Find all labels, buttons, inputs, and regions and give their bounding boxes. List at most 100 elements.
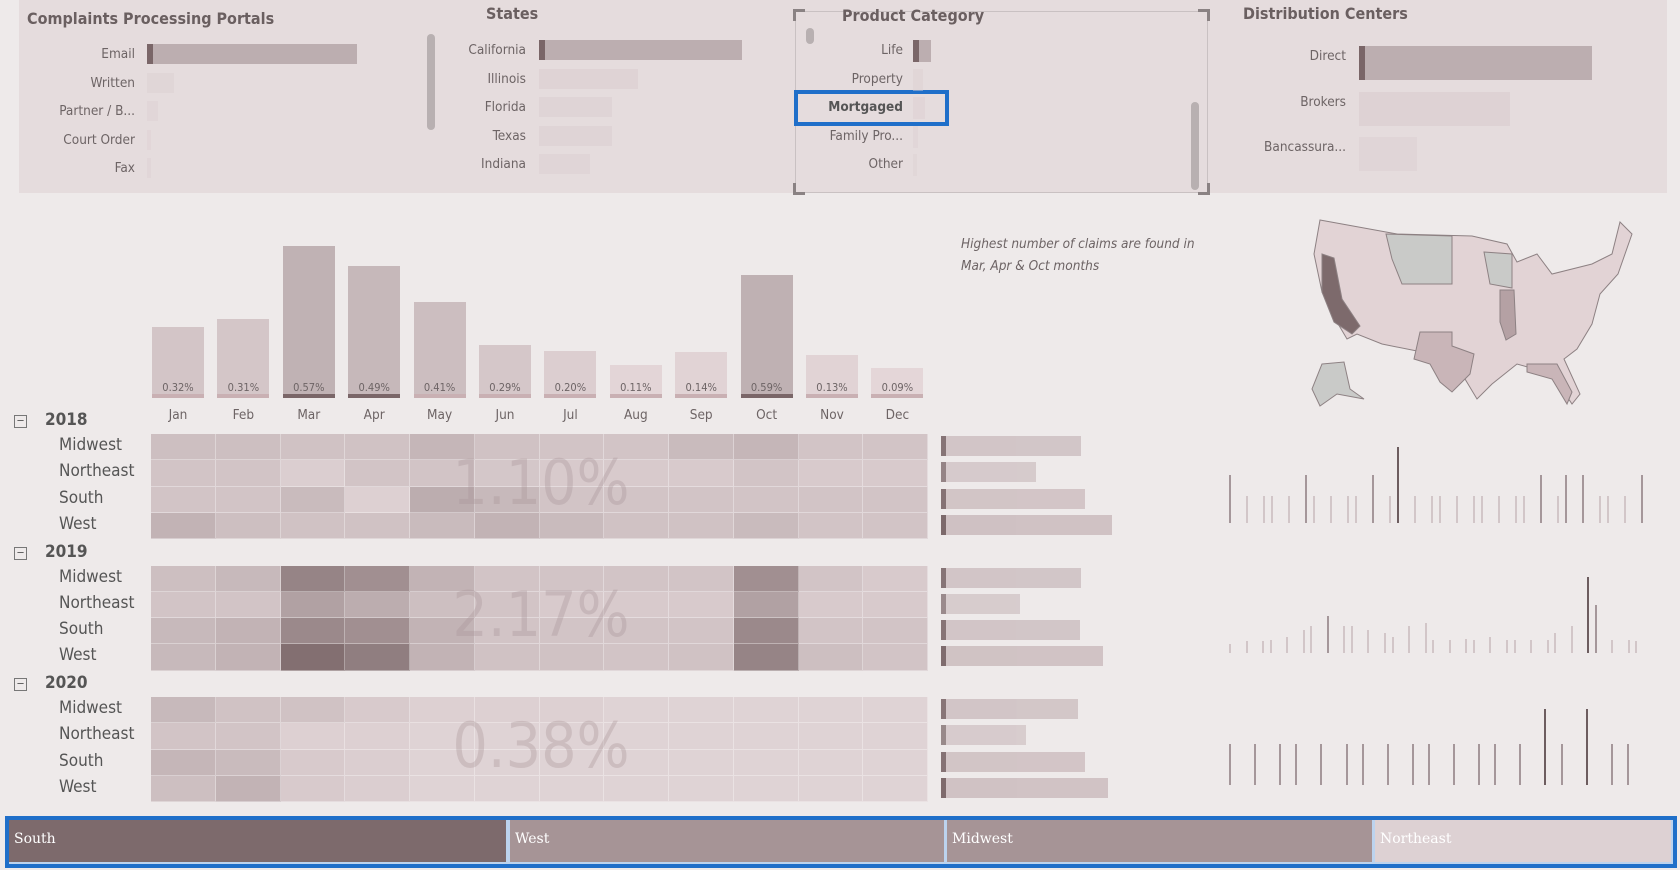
heatmap-cell[interactable]	[733, 460, 799, 487]
bar-mortgaged[interactable]	[913, 97, 925, 119]
region-label[interactable]: Northeast	[59, 593, 135, 613]
spike-bar[interactable]	[1554, 633, 1557, 653]
heatmap-cell[interactable]	[151, 618, 216, 645]
heatmap-cell[interactable]	[215, 775, 281, 803]
heatmap-cell[interactable]	[215, 460, 281, 487]
spike-bar[interactable]	[1641, 475, 1643, 523]
heatmap-cell[interactable]	[798, 749, 864, 776]
resize-handle[interactable]	[1198, 9, 1210, 21]
heatmap-cell[interactable]	[151, 512, 216, 540]
heatmap-cell[interactable]	[280, 749, 346, 776]
spike-bar[interactable]	[1350, 626, 1353, 653]
bar-partner-b-[interactable]	[147, 101, 158, 121]
heatmap-cell[interactable]	[215, 723, 281, 750]
bar-label[interactable]: Other	[783, 156, 903, 172]
spike-bar[interactable]	[1229, 643, 1231, 653]
heatmap-cell[interactable]	[215, 434, 281, 461]
heatmap-cell[interactable]	[863, 618, 928, 645]
column-feb[interactable]: 0.31%	[217, 318, 270, 398]
region-total-bar[interactable]	[941, 462, 1037, 483]
spike-bar[interactable]	[1389, 496, 1391, 523]
year-label[interactable]: 2020	[45, 673, 88, 693]
heatmap-cell[interactable]	[151, 749, 216, 776]
heatmap-cell[interactable]	[215, 486, 281, 513]
bar-label[interactable]: Brokers	[1226, 94, 1346, 110]
spike-bar[interactable]	[1478, 744, 1481, 785]
heatmap-cell[interactable]	[733, 749, 799, 776]
bar-label[interactable]: Florida	[406, 99, 526, 115]
region-total-bar[interactable]	[941, 593, 1021, 614]
region-label[interactable]: Midwest	[59, 698, 122, 718]
spike-bar[interactable]	[1513, 640, 1516, 653]
heatmap-cell[interactable]	[280, 644, 346, 671]
spike-bar[interactable]	[1635, 641, 1638, 653]
heatmap-cell[interactable]	[215, 591, 281, 619]
region-total-bar[interactable]	[941, 436, 1082, 456]
spike-bar[interactable]	[1286, 636, 1289, 653]
heatmap-cell[interactable]	[151, 697, 216, 724]
heatmap-cell[interactable]	[151, 486, 216, 513]
spike-bar[interactable]	[1310, 626, 1313, 653]
region-total-bar[interactable]	[941, 646, 1103, 667]
heatmap-cell[interactable]	[151, 644, 216, 671]
spike-bar[interactable]	[1587, 577, 1590, 653]
spike-bar[interactable]	[1254, 744, 1257, 785]
heatmap-cell[interactable]	[280, 697, 346, 724]
spike-bar[interactable]	[1523, 496, 1525, 523]
spike-bar[interactable]	[1431, 496, 1433, 523]
spike-bar[interactable]	[1263, 496, 1265, 523]
region-segment-northeast[interactable]: Northeast	[1375, 820, 1671, 862]
heatmap-cell[interactable]	[798, 460, 864, 487]
region-total-bar[interactable]	[941, 777, 1109, 798]
spike-bar[interactable]	[1345, 744, 1348, 785]
spike-bar[interactable]	[1565, 475, 1567, 523]
heatmap-cell[interactable]	[863, 565, 928, 592]
bar-label[interactable]: Indiana	[406, 156, 526, 172]
bar-email[interactable]	[147, 44, 357, 64]
heatmap-cell[interactable]	[280, 775, 346, 803]
heatmap-cell[interactable]	[280, 591, 346, 619]
heatmap-cell[interactable]	[215, 512, 281, 540]
heatmap-cell[interactable]	[280, 486, 346, 513]
spike-bar[interactable]	[1610, 744, 1613, 785]
spike-bar[interactable]	[1472, 640, 1475, 653]
heatmap-cell[interactable]	[863, 775, 928, 803]
region-segment-south[interactable]: South	[9, 820, 506, 862]
heatmap-cell[interactable]	[798, 775, 864, 803]
region-label[interactable]: Northeast	[59, 724, 135, 744]
spike-bar[interactable]	[1599, 496, 1601, 523]
heatmap-cell[interactable]	[215, 697, 281, 724]
spike-bar[interactable]	[1229, 744, 1231, 785]
region-segment-midwest[interactable]: Midwest	[947, 820, 1372, 862]
spike-bar[interactable]	[1367, 629, 1370, 653]
region-label[interactable]: South	[59, 488, 103, 508]
spike-bar[interactable]	[1302, 629, 1305, 653]
heatmap-cell[interactable]	[280, 434, 346, 461]
heatmap-cell[interactable]	[798, 723, 864, 750]
spike-bar[interactable]	[1246, 496, 1248, 523]
heatmap-cell[interactable]	[280, 618, 346, 645]
spike-bar[interactable]	[1386, 744, 1389, 785]
spike-bar[interactable]	[1384, 633, 1387, 653]
spike-bar[interactable]	[1481, 496, 1483, 523]
region-label[interactable]: South	[59, 619, 103, 639]
spike-bar[interactable]	[1626, 744, 1629, 785]
region-total-bar[interactable]	[941, 488, 1085, 509]
spike-bar[interactable]	[1505, 640, 1508, 653]
heatmap-cell[interactable]	[863, 434, 928, 461]
bar-bancassura-[interactable]	[1359, 137, 1418, 171]
heatmap-cell[interactable]	[733, 565, 799, 592]
region-total-bar[interactable]	[941, 725, 1026, 746]
column-apr[interactable]: 0.49%	[348, 265, 401, 398]
spike-bar[interactable]	[1262, 641, 1265, 653]
bar-label[interactable]: Court Order	[15, 132, 135, 148]
spike-bar[interactable]	[1330, 496, 1332, 523]
heatmap-cell[interactable]	[151, 434, 216, 461]
spike-bar[interactable]	[1269, 640, 1272, 653]
spike-bar[interactable]	[1570, 626, 1573, 653]
heatmap-cell[interactable]	[798, 591, 864, 619]
column-oct[interactable]: 0.59%	[740, 274, 793, 398]
heatmap-cell[interactable]	[798, 618, 864, 645]
bar-label[interactable]: Family Pro...	[783, 128, 903, 144]
region-total-bar[interactable]	[941, 514, 1112, 535]
